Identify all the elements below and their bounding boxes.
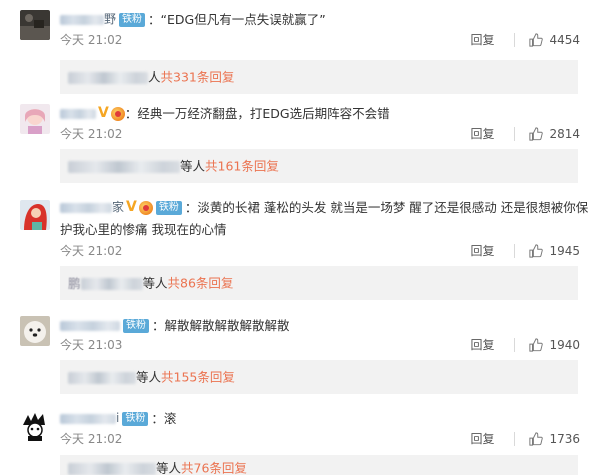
view-replies-link[interactable]: 共155条回复 (161, 370, 235, 385)
comment-content: 铁粉 ：解散解散解散解散解散 (60, 314, 590, 336)
reply-names-blurred (68, 71, 148, 84)
replies-summary[interactable]: 等人共76条回复 (60, 455, 578, 475)
divider (514, 431, 516, 446)
thumbs-up-icon (529, 243, 544, 258)
username-blurred[interactable] (60, 320, 120, 331)
comment-text: 滚 (163, 411, 177, 426)
comment-content: 家 V 铁粉 ：淡黄的长裙 蓬松的头发 就当是一场梦 醒了还是很感动 还是很想被你保护… (60, 196, 590, 240)
reply-button[interactable]: 回复 (470, 336, 494, 353)
fan-badge: 铁粉 (119, 12, 146, 27)
like-count: 1945 (549, 243, 580, 258)
reply-names-suffix: 等人 (142, 275, 168, 291)
reply-names-blurred (68, 160, 180, 173)
like-count: 2814 (549, 126, 580, 141)
comment-time: 今天 21:02 (60, 33, 123, 47)
comment-actions: 回复 4454 (470, 31, 580, 48)
comment-actions: 回复 2814 (470, 125, 580, 142)
verified-v-icon: V (126, 199, 137, 215)
comment-time: 今天 21:02 (60, 432, 123, 446)
like-count: 4454 (549, 32, 580, 47)
user-avatar[interactable] (20, 200, 50, 230)
comment-time: 今天 21:02 (60, 127, 123, 141)
comment-actions: 回复 1736 (470, 430, 580, 447)
thumbs-up-icon (529, 337, 544, 352)
comment-actions: 回复 1940 (470, 336, 580, 353)
comment-time: 今天 21:02 (60, 244, 123, 258)
view-replies-link[interactable]: 共331条回复 (161, 70, 235, 85)
reply-name-prefix: 鹏 (68, 275, 81, 291)
reply-button[interactable]: 回复 (470, 125, 494, 142)
replies-summary[interactable]: 等人共155条回复 (60, 360, 578, 394)
replies-summary[interactable]: 人共331条回复 (60, 60, 578, 94)
comment-content: i 铁粉 ：滚 (60, 407, 590, 429)
divider (514, 126, 516, 141)
fan-badge: 铁粉 (123, 318, 149, 333)
medal-icon (138, 200, 153, 215)
colon: ： (152, 318, 165, 333)
like-count: 1940 (549, 337, 580, 352)
username-blurred[interactable] (60, 14, 104, 25)
like-button[interactable]: 2814 (529, 127, 580, 141)
replies-summary[interactable]: 等人共161条回复 (60, 149, 578, 183)
thumbs-up-icon (529, 32, 544, 47)
reply-button[interactable]: 回复 (470, 31, 494, 48)
divider (514, 32, 516, 47)
reply-names-suffix: 等人 (156, 460, 182, 475)
view-replies-link[interactable]: 共161条回复 (205, 159, 279, 174)
comment-actions: 回复 1945 (470, 242, 580, 259)
comment-text: “EDG但凡有一点失误就赢了” (160, 12, 326, 27)
username-tail[interactable]: i (116, 411, 119, 425)
like-button[interactable]: 1736 (529, 432, 580, 446)
reply-names-suffix: 等人 (136, 369, 162, 385)
view-replies-link[interactable]: 共76条回复 (181, 461, 247, 475)
username-blurred[interactable] (60, 202, 112, 213)
divider (514, 337, 516, 352)
reply-names-blurred (68, 371, 136, 384)
comment-time: 今天 21:03 (60, 338, 123, 352)
comment-text: 经典一万经济翻盘，打EDG选后期阵容不会错 (137, 106, 390, 121)
fan-badge: 铁粉 (122, 411, 149, 426)
username-blurred[interactable] (60, 108, 96, 119)
like-count: 1736 (549, 431, 580, 446)
user-avatar[interactable] (20, 104, 50, 134)
user-avatar[interactable] (20, 411, 50, 441)
username-tail[interactable]: 野 (104, 12, 116, 26)
comment-content: 野铁粉 ：“EDG但凡有一点失误就赢了” (60, 8, 590, 30)
like-button[interactable]: 1940 (529, 338, 580, 352)
colon: ： (184, 200, 198, 215)
user-avatar[interactable] (20, 316, 50, 346)
thumbs-up-icon (529, 126, 544, 141)
medal-icon (110, 106, 125, 121)
thumbs-up-icon (529, 431, 544, 446)
view-replies-link[interactable]: 共86条回复 (168, 276, 234, 291)
colon: ： (151, 411, 164, 426)
reply-button[interactable]: 回复 (470, 242, 494, 259)
user-avatar[interactable] (20, 10, 50, 40)
like-button[interactable]: 4454 (529, 33, 580, 47)
divider (514, 243, 516, 258)
username-tail[interactable]: 家 (112, 200, 124, 214)
reply-names-suffix: 人 (148, 69, 161, 85)
comment-text: 解散解散解散解散解散 (164, 318, 290, 333)
fan-badge: 铁粉 (155, 200, 182, 215)
reply-names-blurred (68, 462, 156, 475)
reply-names-blurred (80, 277, 143, 290)
reply-names-suffix: 等人 (180, 158, 206, 174)
replies-summary[interactable]: 鹏 等人共86条回复 (60, 266, 578, 300)
username-blurred[interactable] (60, 413, 116, 424)
colon: ： (124, 106, 138, 121)
colon: ： (148, 12, 161, 27)
reply-button[interactable]: 回复 (470, 430, 494, 447)
verified-v-icon: V (98, 105, 109, 121)
comment-content: V ：经典一万经济翻盘，打EDG选后期阵容不会错 (60, 102, 590, 124)
like-button[interactable]: 1945 (529, 244, 580, 258)
